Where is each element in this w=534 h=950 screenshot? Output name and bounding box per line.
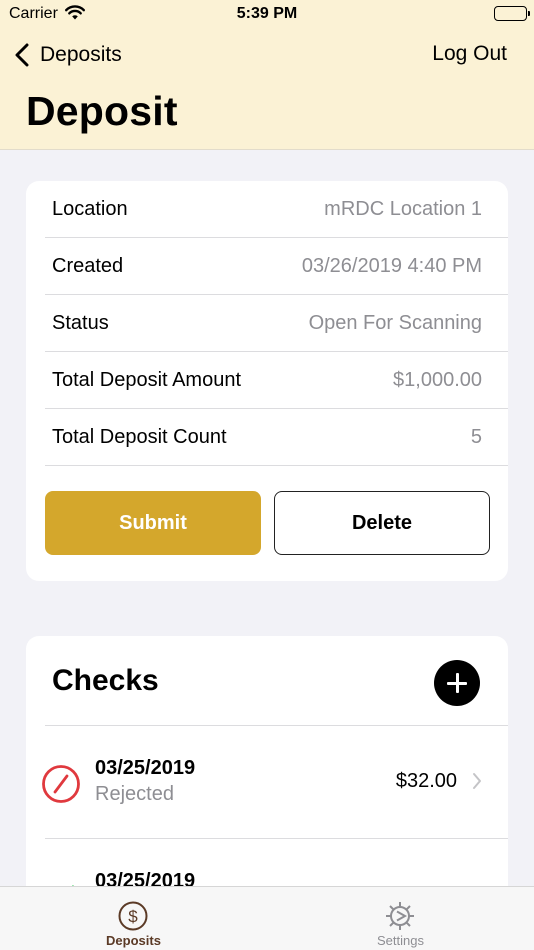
tab-label: Settings <box>377 933 424 948</box>
settings-gear-icon <box>384 900 416 932</box>
detail-row-created: Created 03/26/2019 4:40 PM <box>45 238 508 295</box>
rejected-icon <box>41 764 81 804</box>
dollar-circle-icon: $ <box>117 900 149 932</box>
detail-value: Open For Scanning <box>308 312 482 334</box>
detail-row-location: Location mRDC Location 1 <box>45 181 508 238</box>
detail-row-total-amount: Total Deposit Amount $1,000.00 <box>45 352 508 409</box>
tab-label: Deposits <box>106 933 161 948</box>
chevron-left-icon <box>14 40 40 70</box>
check-amount: $32.00 <box>395 770 457 792</box>
detail-value: 5 <box>470 426 482 448</box>
tab-deposits[interactable]: $ Deposits <box>0 887 267 950</box>
detail-label: Created <box>52 255 124 277</box>
chevron-right-icon <box>472 772 482 790</box>
detail-label: Status <box>52 312 109 334</box>
check-date: 03/25/2019 <box>95 757 196 779</box>
tab-settings[interactable]: Settings <box>267 887 534 950</box>
detail-value: $1,000.00 <box>393 369 482 391</box>
delete-button[interactable]: Delete <box>274 491 490 555</box>
check-status: Rejected <box>95 783 174 805</box>
tab-bar: $ Deposits Settings <box>0 886 534 950</box>
deposit-details-card: Location mRDC Location 1 Created 03/26/2… <box>26 181 508 581</box>
svg-text:$: $ <box>128 907 138 926</box>
add-check-button[interactable] <box>434 660 480 706</box>
detail-row-total-count: Total Deposit Count 5 <box>45 409 508 466</box>
submit-button[interactable]: Submit <box>45 491 261 555</box>
back-button[interactable]: Deposits <box>14 40 122 70</box>
battery-icon <box>494 6 530 21</box>
detail-value: mRDC Location 1 <box>324 198 482 220</box>
detail-label: Location <box>52 198 128 220</box>
status-bar: Carrier 5:39 PM <box>0 0 534 30</box>
logout-button[interactable]: Log Out <box>432 42 507 66</box>
detail-value: 03/26/2019 4:40 PM <box>301 255 482 277</box>
page-title: Deposit <box>26 88 178 134</box>
navigation-header: Carrier 5:39 PM Deposits Log Out Deposit <box>0 0 534 150</box>
check-list-item[interactable]: 03/25/2019 Rejected $32.00 <box>26 726 508 838</box>
checks-section-title: Checks <box>52 664 159 697</box>
detail-label: Total Deposit Amount <box>52 369 241 391</box>
clock: 5:39 PM <box>236 5 298 22</box>
detail-label: Total Deposit Count <box>52 426 227 448</box>
detail-row-status: Status Open For Scanning <box>45 295 508 352</box>
back-button-label: Deposits <box>40 43 122 66</box>
